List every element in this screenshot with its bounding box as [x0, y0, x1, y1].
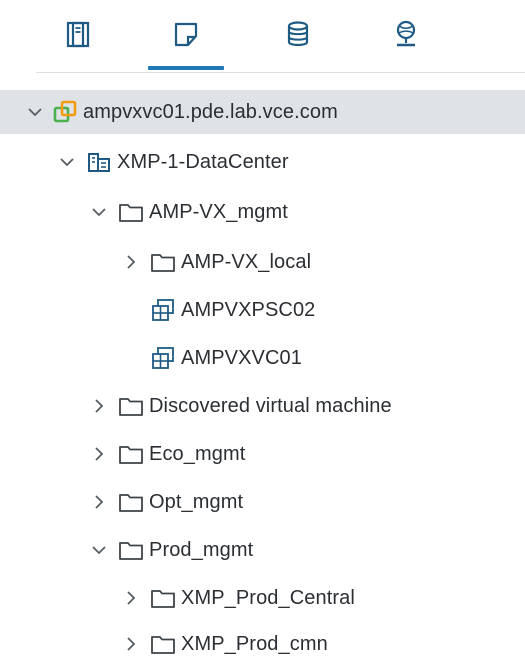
tree-node-label: Opt_mgmt	[149, 490, 244, 513]
tree-node-folder-discovered[interactable]: Discovered virtual machine	[88, 384, 392, 428]
tree-node-vm-ampvxvc01[interactable]: AMPVXVC01	[120, 336, 302, 380]
tree-node-folder-xmp-prod-cmn[interactable]: XMP_Prod_cmn	[120, 622, 328, 666]
chevron-down-icon[interactable]	[24, 101, 46, 123]
folder-icon	[118, 200, 144, 224]
tree-node-folder-xmp-prod-central[interactable]: XMP_Prod_Central	[120, 576, 355, 620]
storage-icon	[287, 21, 309, 47]
folder-icon	[118, 538, 144, 562]
tab-hosts-and-clusters[interactable]	[52, 14, 104, 60]
tree-node-folder-amp-vx-local[interactable]: AMP-VX_local	[120, 240, 311, 284]
vcenter-icon	[52, 100, 78, 124]
chevron-down-icon[interactable]	[56, 151, 78, 173]
tree-node-folder-opt-mgmt[interactable]: Opt_mgmt	[88, 480, 243, 524]
tree-node-folder-amp-vx-mgmt[interactable]: AMP-VX_mgmt	[88, 190, 288, 234]
folder-icon	[150, 250, 176, 274]
datacenter-icon	[86, 150, 112, 174]
tree-node-label: AMPVXPSC02	[181, 298, 316, 321]
tree-node-datacenter[interactable]: XMP-1-DataCenter	[56, 140, 289, 184]
networking-icon	[396, 20, 416, 47]
vms-and-templates-icon	[174, 22, 198, 47]
tree-node-label: Discovered virtual machine	[149, 394, 392, 417]
tree-node-label: AMP-VX_local	[181, 250, 312, 273]
chevron-right-icon[interactable]	[88, 443, 110, 465]
tree-node-label: XMP_Prod_Central	[181, 586, 355, 609]
navigator-tab-bar	[0, 0, 525, 74]
tree-node-label: Prod_mgmt	[149, 538, 254, 561]
chevron-right-icon[interactable]	[120, 633, 142, 655]
tree-node-label: XMP-1-DataCenter	[117, 150, 289, 173]
chevron-down-icon[interactable]	[88, 539, 110, 561]
virtual-machine-icon	[150, 346, 176, 370]
folder-icon	[118, 442, 144, 466]
tree-node-vcenter[interactable]: ampvxvc01.pde.lab.vce.com	[0, 90, 525, 134]
folder-icon	[118, 394, 144, 418]
tab-vms-and-templates[interactable]	[160, 14, 212, 60]
folder-icon	[150, 586, 176, 610]
tree-node-label: Eco_mgmt	[149, 442, 246, 465]
active-tab-indicator	[148, 66, 224, 70]
virtual-machine-icon	[150, 298, 176, 322]
tree-node-label: AMP-VX_mgmt	[149, 200, 288, 223]
folder-icon	[118, 490, 144, 514]
folder-icon	[150, 632, 176, 656]
tree-node-folder-eco-mgmt[interactable]: Eco_mgmt	[88, 432, 245, 476]
chevron-right-icon[interactable]	[88, 491, 110, 513]
tree-node-label: AMPVXVC01	[181, 346, 302, 369]
tab-divider	[36, 72, 525, 73]
chevron-right-icon[interactable]	[120, 251, 142, 273]
tree-node-label: XMP_Prod_cmn	[181, 632, 328, 655]
tree-node-folder-prod-mgmt[interactable]: Prod_mgmt	[88, 528, 253, 572]
chevron-right-icon[interactable]	[88, 395, 110, 417]
hosts-and-clusters-icon	[66, 21, 90, 48]
tree-node-vm-ampvxpsc02[interactable]: AMPVXPSC02	[120, 288, 315, 332]
chevron-down-icon[interactable]	[88, 201, 110, 223]
chevron-right-icon[interactable]	[120, 587, 142, 609]
tree-node-label: ampvxvc01.pde.lab.vce.com	[83, 100, 338, 123]
tab-networking[interactable]	[380, 14, 432, 60]
tab-storage[interactable]	[272, 14, 324, 60]
